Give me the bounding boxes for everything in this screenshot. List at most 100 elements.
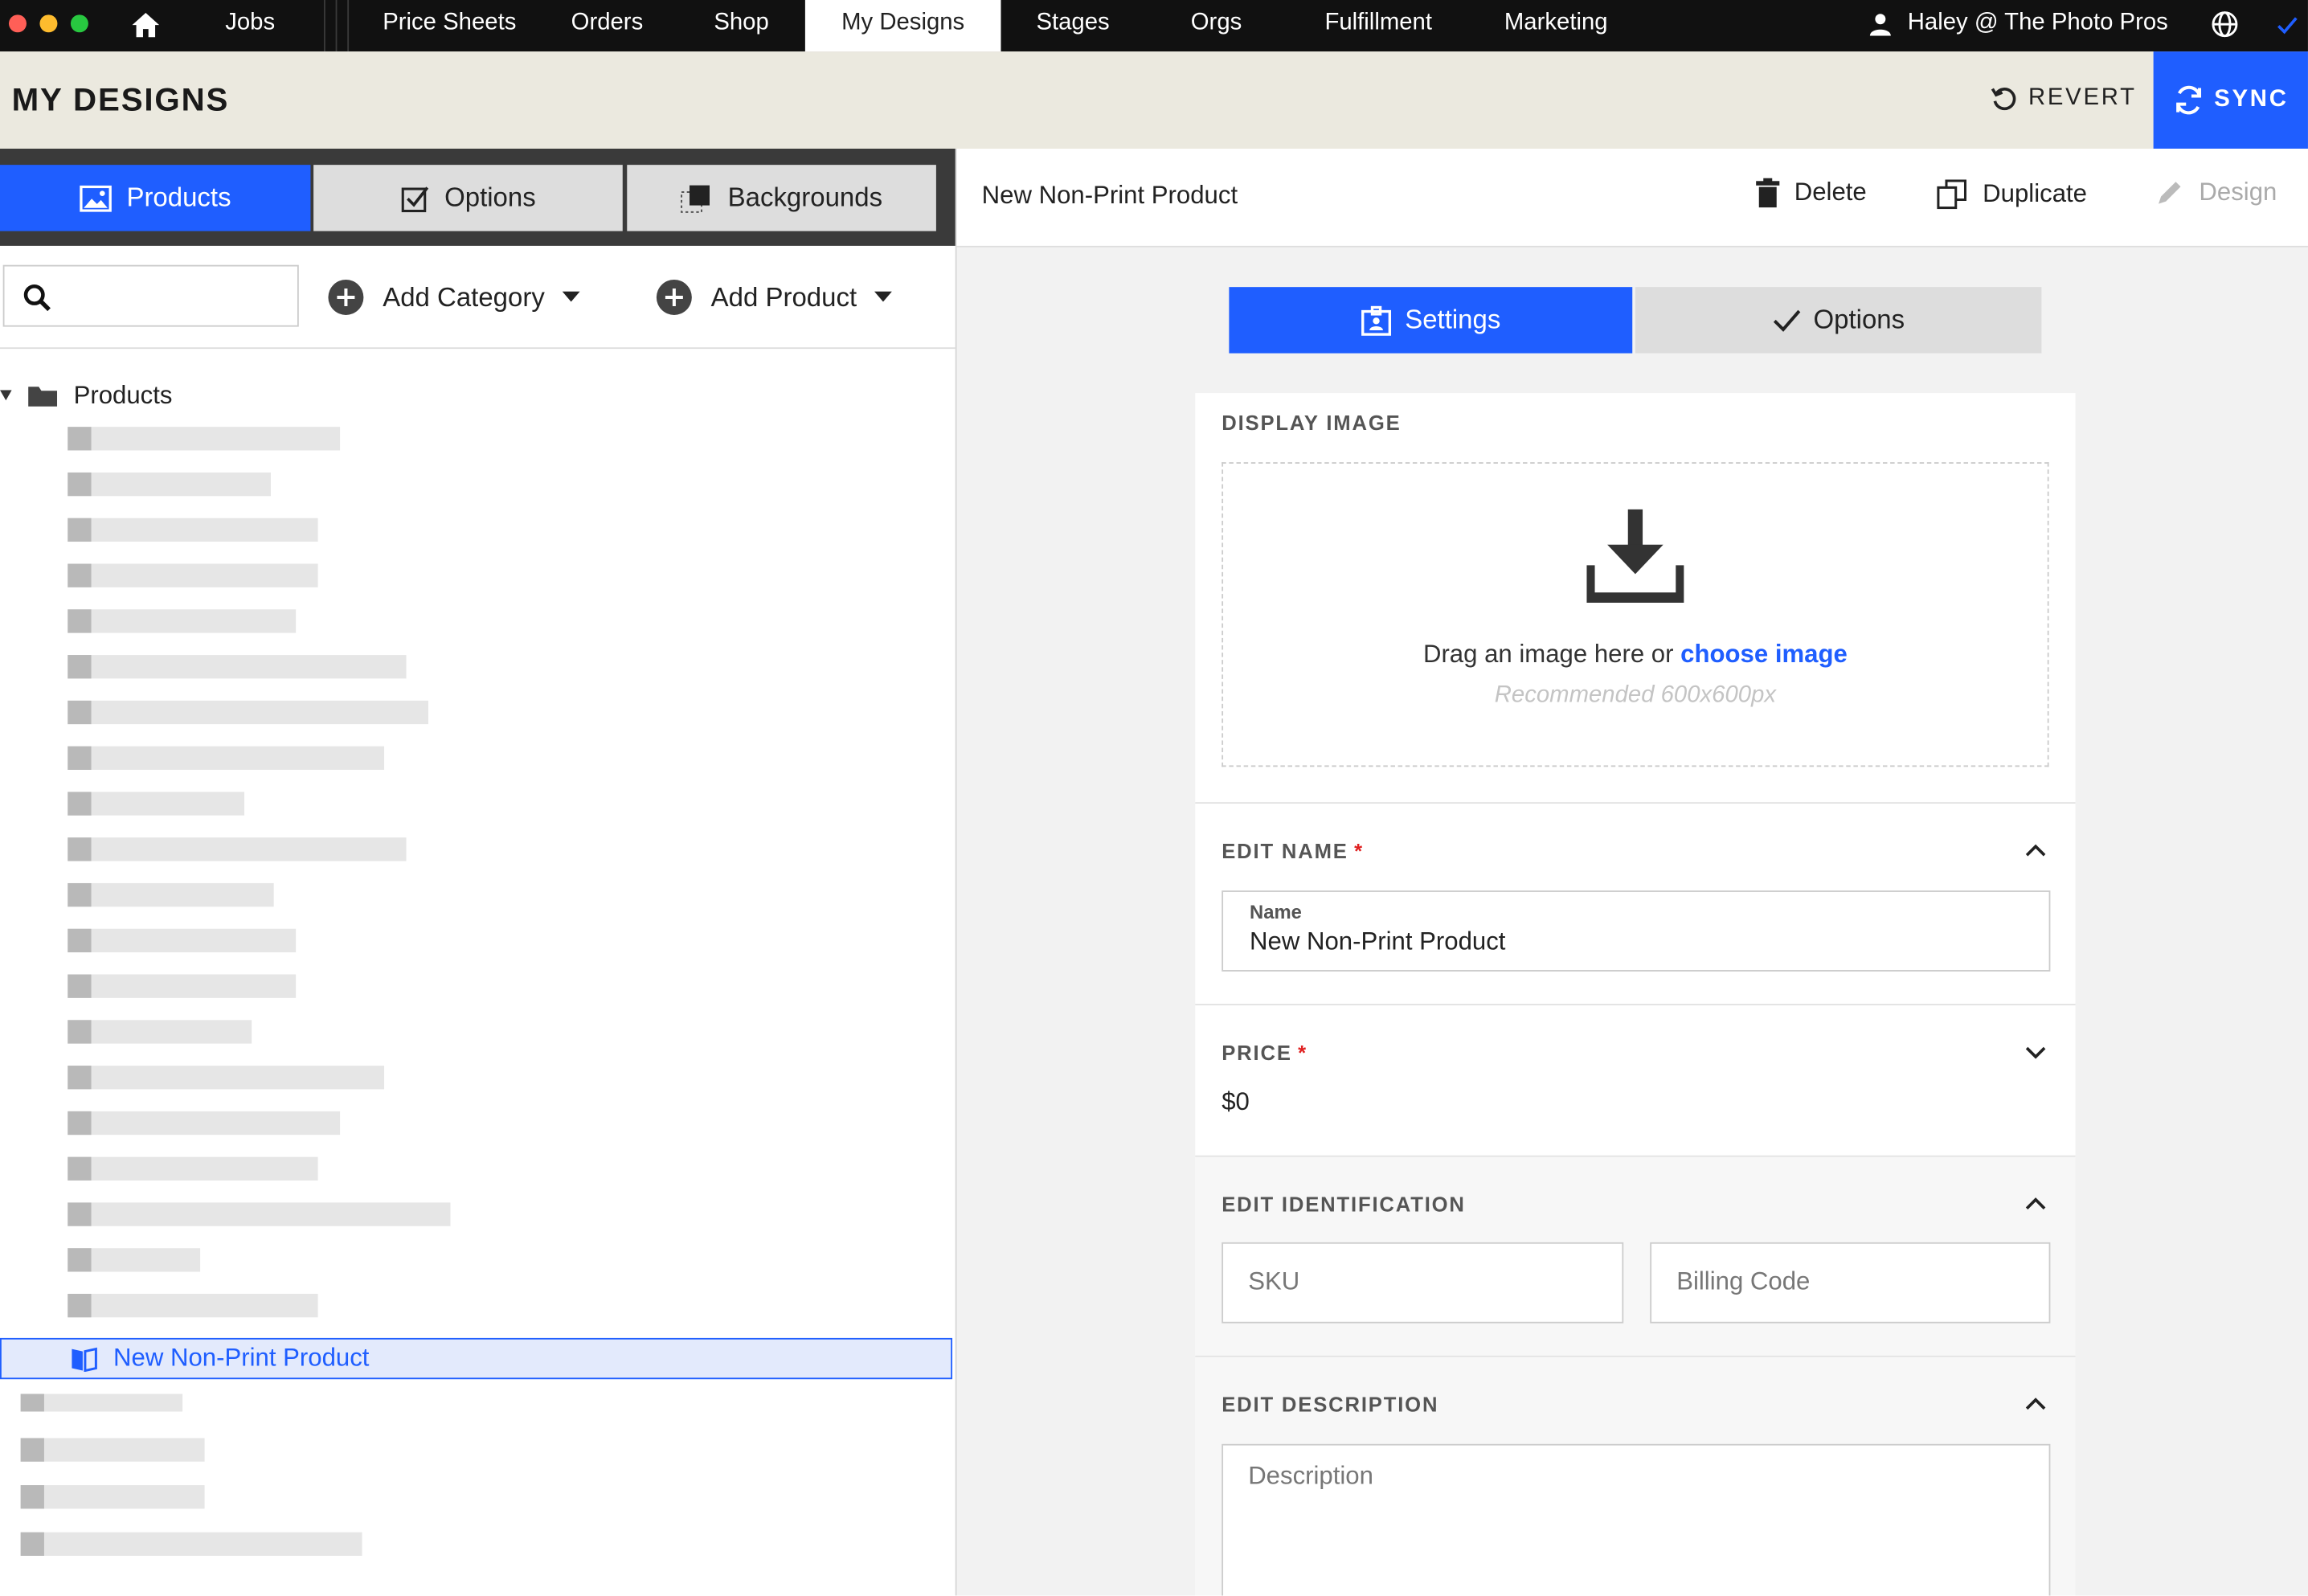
search-icon xyxy=(23,284,51,312)
image-dropzone[interactable]: Drag an image here or choose image Recom… xyxy=(1222,462,2049,767)
chevron-down-icon[interactable] xyxy=(2025,1042,2046,1063)
design-label: Design xyxy=(2199,178,2277,207)
nav-tab-marketing[interactable]: Marketing xyxy=(1504,0,1608,51)
trash-icon xyxy=(1756,178,1780,208)
name-field[interactable]: Name New Non-Print Product xyxy=(1222,890,2051,972)
user-menu[interactable]: Haley @ The Photo Pros xyxy=(1908,0,2168,51)
section-display-image: DISPLAY IMAGE Drag an image here or choo… xyxy=(1195,393,2076,804)
duplicate-button[interactable]: Duplicate xyxy=(1936,178,2087,211)
sync-icon xyxy=(2176,85,2202,115)
book-icon xyxy=(72,1347,97,1373)
check-icon xyxy=(1773,309,1801,331)
edit-name-title-text: EDIT NAME xyxy=(1222,839,1348,863)
tab-settings[interactable]: Settings xyxy=(1229,287,1633,354)
chevron-up-icon[interactable] xyxy=(2025,1193,2046,1214)
display-image-title: DISPLAY IMAGE xyxy=(1222,411,1402,435)
tree-root-products[interactable]: Products xyxy=(0,379,172,414)
image-icon xyxy=(80,184,112,211)
price-value[interactable]: $0 xyxy=(1222,1088,1250,1118)
tab-options-settings-label: Options xyxy=(1813,305,1905,334)
caret-down-icon xyxy=(562,291,580,302)
page-header: MY DESIGNS REVERT SYNC xyxy=(0,51,2308,150)
name-field-value: New Non-Print Product xyxy=(1250,927,1506,956)
tree-root-label: Products xyxy=(73,381,173,410)
delete-button[interactable]: Delete xyxy=(1756,178,1867,208)
description-placeholder: Description xyxy=(1248,1461,1373,1490)
window-minimize-dot[interactable] xyxy=(39,14,58,33)
add-category-label: Add Category xyxy=(383,281,545,312)
tree-item-selected-label: New Non-Print Product xyxy=(113,1344,370,1373)
nav-tab-fulfillment[interactable]: Fulfillment xyxy=(1324,0,1432,51)
tab-backgrounds-label: Backgrounds xyxy=(727,182,883,212)
home-icon[interactable] xyxy=(129,9,162,41)
checkbox-icon xyxy=(401,186,429,212)
drag-text-line: Drag an image here or choose image xyxy=(1223,640,2048,670)
price-title-text: PRICE xyxy=(1222,1040,1292,1065)
undo-icon xyxy=(1991,88,2016,111)
obscured-tree-items xyxy=(18,427,459,1328)
nav-tab-price-sheets[interactable]: Price Sheets xyxy=(383,0,516,51)
pencil-icon xyxy=(2159,182,2181,204)
backgrounds-icon xyxy=(681,184,710,213)
caret-down-icon[interactable] xyxy=(0,390,12,402)
name-field-label: Name xyxy=(1250,900,1302,923)
nav-tab-jobs[interactable]: Jobs xyxy=(225,0,275,51)
nav-tab-orgs[interactable]: Orgs xyxy=(1191,0,1242,51)
tab-products[interactable]: Products xyxy=(0,165,311,231)
sync-button[interactable]: SYNC xyxy=(2153,51,2308,149)
add-product-label: Add Product xyxy=(710,281,857,312)
choose-image-link[interactable]: choose image xyxy=(1680,640,1848,669)
folder-icon xyxy=(28,387,58,407)
edit-name-title: EDIT NAME * xyxy=(1222,839,1364,862)
add-product-button[interactable]: Add Product xyxy=(655,276,893,320)
tab-settings-label: Settings xyxy=(1405,305,1501,334)
revert-label: REVERT xyxy=(2028,85,2137,111)
billing-code-placeholder: Billing Code xyxy=(1676,1267,1811,1295)
description-textarea[interactable]: Description xyxy=(1222,1443,2051,1596)
left-panel: Products Options Backgrounds Add Categor… xyxy=(0,148,957,1596)
check-icon xyxy=(2277,17,2298,35)
product-title: New Non-Print Product xyxy=(981,181,1238,210)
plus-circle-icon xyxy=(656,280,692,315)
nav-tab-orders[interactable]: Orders xyxy=(571,0,644,51)
billing-code-input[interactable]: Billing Code xyxy=(1650,1242,2051,1324)
user-icon xyxy=(1869,14,1891,36)
sync-label: SYNC xyxy=(2214,87,2289,113)
app-root: Jobs Price Sheets Orders Shop My Designs… xyxy=(0,0,2308,1596)
design-button[interactable]: Design xyxy=(2155,178,2277,208)
window-close-dot[interactable] xyxy=(8,14,27,33)
tab-options-settings[interactable]: Options xyxy=(1635,287,2042,354)
search-input[interactable] xyxy=(2,264,299,327)
nav-tab-shop[interactable]: Shop xyxy=(714,0,768,51)
tab-products-label: Products xyxy=(126,182,231,212)
required-mark: * xyxy=(1354,839,1364,863)
nav-tab-stages[interactable]: Stages xyxy=(1036,0,1109,51)
description-title: EDIT DESCRIPTION xyxy=(1222,1392,1439,1416)
revert-button[interactable]: REVERT xyxy=(1990,84,2136,113)
section-edit-name: EDIT NAME * Name New Non-Print Product xyxy=(1195,804,2076,1005)
tab-options[interactable]: Options xyxy=(313,165,623,231)
obscured-tree-items-lower xyxy=(0,1391,383,1582)
badge-icon xyxy=(1361,305,1392,335)
duplicate-label: Duplicate xyxy=(1983,179,2087,208)
sku-input[interactable]: SKU xyxy=(1222,1242,1624,1324)
duplicate-icon xyxy=(1937,179,1967,210)
chevron-up-icon[interactable] xyxy=(2025,841,2046,861)
settings-card: DISPLAY IMAGE Drag an image here or choo… xyxy=(1195,393,2076,1596)
tab-backgrounds[interactable]: Backgrounds xyxy=(627,165,936,231)
window-zoom-dot[interactable] xyxy=(70,14,88,33)
sku-placeholder: SKU xyxy=(1248,1267,1300,1295)
top-nav: Jobs Price Sheets Orders Shop My Designs… xyxy=(0,0,2308,52)
identification-title: EDIT IDENTIFICATION xyxy=(1222,1192,1466,1216)
download-icon xyxy=(1586,509,1684,604)
product-toolbar: New Non-Print Product Delete Duplicate D… xyxy=(956,148,2308,248)
recommended-size: Recommended 600x600px xyxy=(1494,682,1777,708)
tree-item-selected[interactable]: New Non-Print Product xyxy=(0,1337,953,1380)
chevron-up-icon[interactable] xyxy=(2025,1394,2046,1415)
settings-tabs: Settings Options xyxy=(1229,287,2042,354)
add-category-button[interactable]: Add Category xyxy=(327,276,580,320)
required-mark: * xyxy=(1298,1040,1307,1065)
nav-tab-my-designs[interactable]: My Designs xyxy=(804,0,1001,52)
globe-icon[interactable] xyxy=(2211,10,2239,39)
drag-text: Drag an image here or xyxy=(1422,640,1674,669)
